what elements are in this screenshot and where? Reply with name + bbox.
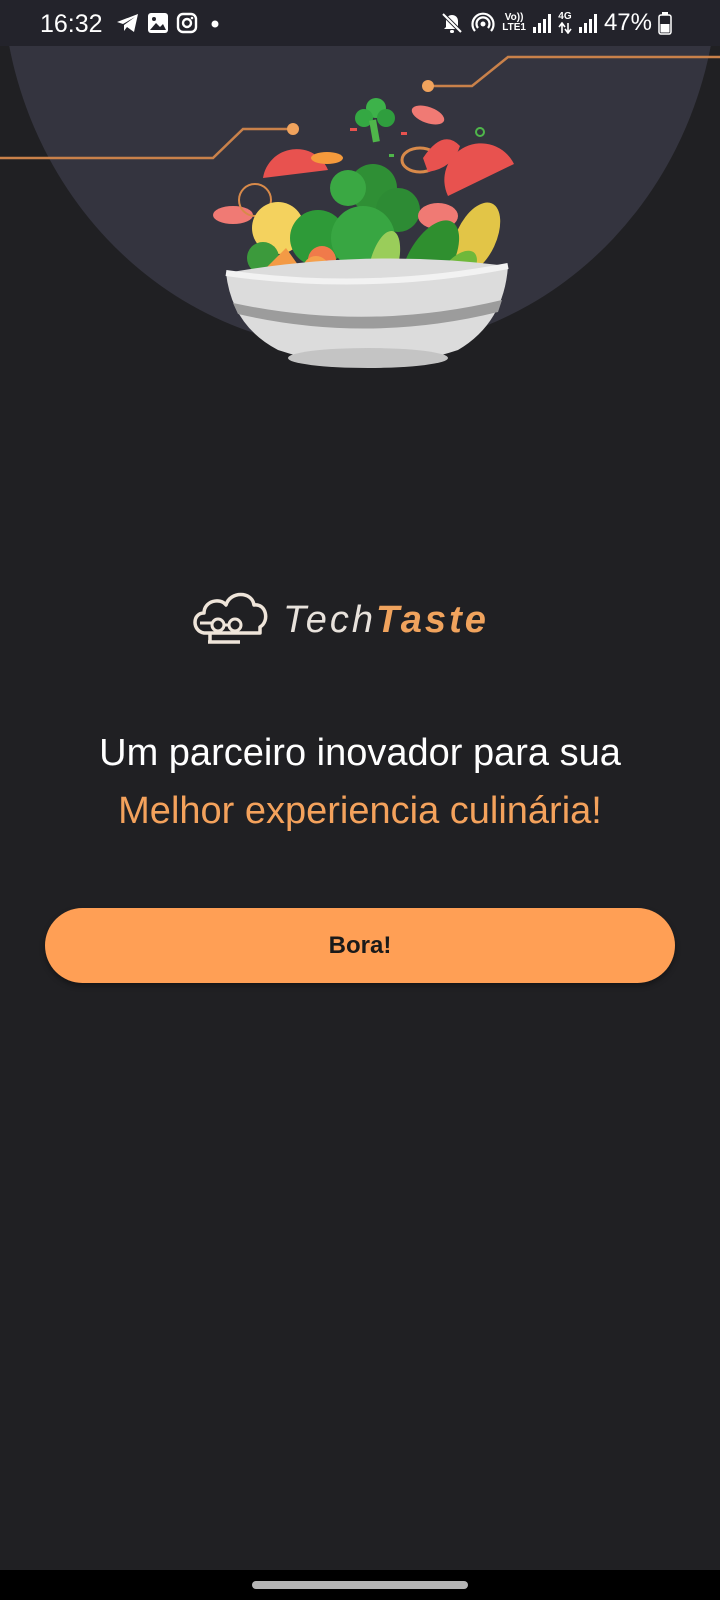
gallery-icon bbox=[148, 13, 168, 33]
data-arrows-icon bbox=[558, 22, 572, 34]
navigation-bar bbox=[0, 1570, 720, 1600]
salad-bowl-illustration bbox=[213, 98, 514, 368]
signal-icon bbox=[578, 14, 597, 33]
signal-icon bbox=[532, 14, 551, 33]
4g-icon: 4G bbox=[558, 12, 572, 34]
notification-dot-icon bbox=[211, 20, 219, 28]
welcome-screen: 16:32 Vo)) LTE1 4G 47% TechTaste Um parc… bbox=[0, 0, 720, 1600]
tagline-line-2: Melhor experiencia culinária! bbox=[118, 790, 602, 832]
hotspot-icon bbox=[471, 12, 495, 32]
status-bar: 16:32 Vo)) LTE1 4G 47% bbox=[0, 0, 720, 46]
battery-percent: 47% bbox=[603, 9, 652, 36]
mute-icon bbox=[441, 12, 463, 34]
techtaste-logo: TechTaste bbox=[190, 585, 530, 655]
battery-icon bbox=[658, 12, 672, 35]
tagline-line-1: Um parceiro inovador para sua bbox=[99, 732, 621, 774]
logo-text-taste: Taste bbox=[376, 599, 489, 641]
logo-wordmark: TechTaste bbox=[283, 599, 489, 641]
logo-text-tech: Tech bbox=[283, 599, 376, 641]
chef-hat-glasses-icon bbox=[193, 592, 268, 644]
volte-icon: Vo)) LTE1 bbox=[502, 12, 526, 33]
status-system-icons: Vo)) LTE1 4G 47% bbox=[440, 9, 672, 37]
status-time: 16:32 bbox=[40, 10, 103, 38]
start-button[interactable]: Bora! bbox=[45, 908, 675, 983]
instagram-icon bbox=[176, 12, 198, 34]
status-notification-icons bbox=[116, 12, 223, 34]
home-indicator[interactable] bbox=[252, 1581, 468, 1589]
telegram-icon bbox=[117, 14, 138, 32]
